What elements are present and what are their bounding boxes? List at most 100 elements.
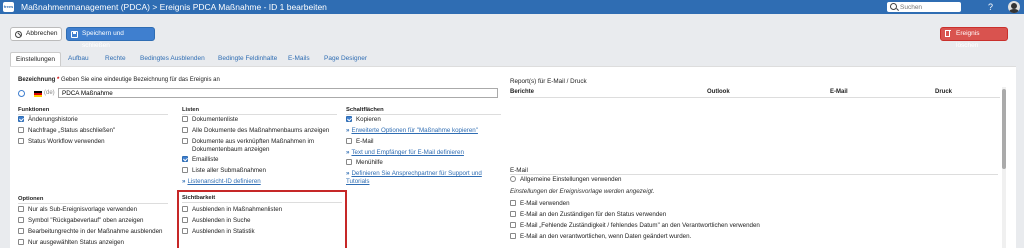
checkbox-ausblenden-statistik[interactable]: Ausblenden in Statistik [182, 228, 255, 236]
checkbox[interactable] [510, 233, 516, 239]
checkbox-label: Kopieren [356, 116, 381, 123]
checkbox-label: E-Mail „Fehlende Zuständigkeit / fehlend… [520, 222, 760, 229]
optionen-divider [18, 203, 168, 204]
email-divider [510, 174, 998, 175]
checkbox-kopieren[interactable]: Kopieren [346, 116, 381, 124]
cancel-button[interactable]: Abbrechen [10, 27, 62, 41]
bezeichnung-label-row: Bezeichnung * Geben Sie eine eindeutige … [18, 77, 220, 83]
link-listenansicht[interactable]: » Listenansicht-ID definieren [182, 178, 261, 186]
checkbox-email-fehlende-zustaendigkeit[interactable]: E-Mail „Fehlende Zuständigkeit / fehlend… [510, 222, 760, 230]
checkbox[interactable] [18, 138, 24, 144]
checkbox-bearbeitungsrechte[interactable]: Bearbeitungrechte in der Maßnahme ausble… [18, 228, 163, 236]
trash-icon [944, 29, 951, 37]
checkbox-label: Bearbeitungrechte in der Maßnahme ausble… [28, 228, 163, 235]
checkbox[interactable] [182, 167, 188, 173]
checkbox-rueckgabeverlauf[interactable]: Symbol "Rückgabeverlauf" oben anzeigen [18, 217, 144, 225]
checkbox-label-continued: Dokumentenbaum anzeigen [192, 146, 270, 153]
link-text[interactable]: Listenansicht-ID definieren [187, 178, 260, 185]
reports-scrollbar[interactable] [1002, 87, 1006, 248]
checkbox-checked[interactable] [346, 116, 352, 122]
link-text[interactable]: Tutorials [346, 178, 370, 185]
checkbox-checked[interactable] [182, 156, 188, 162]
globe-icon[interactable] [18, 90, 25, 97]
tab-aufbau[interactable]: Aufbau [68, 52, 89, 66]
schaltflaechen-divider [346, 114, 501, 115]
bezeichnung-hint: Geben Sie eine eindeutige Bezeichnung fü… [61, 77, 220, 83]
reports-title: Report(s) für E-Mail / Druck [510, 78, 587, 85]
tab-page-designer[interactable]: Page Designer [324, 52, 367, 66]
checkbox-nachfrage-status[interactable]: Nachfrage „Status abschließen" [18, 127, 115, 135]
reports-col-outlook: Outlook [707, 89, 730, 95]
tab-e-mails[interactable]: E-Mails [288, 52, 310, 66]
delete-event-button[interactable]: Ereignis löschen [940, 27, 1008, 49]
save-icon [71, 31, 78, 38]
checkbox[interactable] [510, 211, 516, 217]
checkbox-alle-dokumente[interactable]: Alle Dokumente des Maßnahmenbaums anzeig… [182, 127, 329, 135]
help-icon[interactable]: ? [988, 1, 993, 13]
link-support-continued[interactable]: Tutorials [346, 178, 370, 186]
checkbox[interactable] [182, 116, 188, 122]
settings-panel: Bezeichnung * Geben Sie eine eindeutige … [10, 66, 1016, 248]
checkbox-menuehilfe[interactable]: Menühilfe [346, 159, 383, 167]
checkbox[interactable] [182, 127, 188, 133]
checkbox-status-workflow[interactable]: Status Workflow verwenden [18, 138, 105, 146]
checkbox[interactable] [182, 217, 188, 223]
link-text[interactable]: Erweiterte Optionen für "Maßnahme kopier… [351, 127, 477, 134]
tab-einstellungen[interactable]: Einstellungen [10, 52, 62, 66]
checkbox-email-verwenden[interactable]: E-Mail verwenden [510, 200, 570, 208]
save-and-close-button[interactable]: Speichern und schließen [66, 27, 155, 49]
radio-button[interactable] [510, 176, 516, 182]
checkbox[interactable] [182, 228, 188, 234]
reports-col-berichte: Berichte [510, 89, 535, 95]
checkbox[interactable] [18, 217, 24, 223]
reports-scroll-thumb[interactable] [1002, 89, 1006, 169]
checkbox-label: Nachfrage „Status abschließen" [28, 127, 116, 134]
bezeichnung-input[interactable] [58, 88, 498, 98]
checkbox-label: Ausblenden in Maßnahmenlisten [192, 206, 283, 213]
checkbox-ausblenden-massnahmenlisten[interactable]: Ausblenden in Maßnahmenlisten [182, 206, 282, 214]
avatar[interactable] [1008, 1, 1020, 13]
schaltflaechen-title: Schaltflächen [346, 107, 384, 113]
search-icon [890, 3, 897, 10]
checkbox[interactable] [18, 239, 24, 245]
double-chevron-icon: » [346, 170, 350, 177]
checkbox[interactable] [182, 138, 188, 144]
checkbox-checked[interactable] [18, 116, 24, 122]
checkbox-label: Nur ausgewählten Status anzeigen [28, 239, 124, 246]
checkbox[interactable] [18, 228, 24, 234]
checkbox-label: E-Mail an den Zuständigen für den Status… [520, 211, 667, 218]
link-kopieren-optionen[interactable]: » Erweiterte Optionen für "Maßnahme kopie… [346, 127, 478, 135]
link-support[interactable]: » Definieren Sie Ansprechpartner für Supp… [346, 170, 482, 178]
checkbox-email-daten-geaendert[interactable]: E-Mail an den verantwortlichen, wenn Dat… [510, 233, 691, 241]
checkbox-email-zustaendiger[interactable]: E-Mail an den Zuständigen für den Status… [510, 211, 666, 219]
radio-label: Allgemeine Einstellungen verwenden [520, 176, 622, 183]
checkbox-submassnahmen[interactable]: Liste aller Submaßnahmen [182, 167, 266, 175]
checkbox-aenderungshistorie[interactable]: Änderungshistorie [18, 116, 78, 124]
tab-bedingtes-ausblenden[interactable]: Bedingtes Ausblenden [140, 52, 205, 66]
checkbox-ausblenden-suche[interactable]: Ausblenden in Suche [182, 217, 250, 225]
checkbox-dokumentenliste[interactable]: Dokumentenliste [182, 116, 238, 124]
link-text[interactable]: Definieren Sie Ansprechpartner für Suppo… [351, 170, 481, 177]
tab-rechte[interactable]: Rechte [105, 52, 126, 66]
tab-bedingte-feldinhalte[interactable]: Bedingte Feldinhalte [218, 52, 277, 66]
checkbox[interactable] [182, 206, 188, 212]
checkbox-sub-ereignisvorlage[interactable]: Nur als Sub-Ereignisvorlage verwenden [18, 206, 137, 214]
checkbox-status-anzeigen[interactable]: Nur ausgewählten Status anzeigen [18, 239, 124, 247]
checkbox[interactable] [18, 206, 24, 212]
app-logo[interactable]: frees [3, 2, 14, 12]
checkbox[interactable] [346, 138, 352, 144]
radio-allgemeine-einstellungen[interactable]: Allgemeine Einstellungen verwenden [510, 176, 621, 184]
checkbox[interactable] [18, 127, 24, 133]
link-text[interactable]: Text und Empfänger für E-Mail definieren [351, 149, 463, 156]
checkbox[interactable] [510, 222, 516, 228]
checkbox-dokumente-verknuepft[interactable]: Dokumente aus verknüpften Maßnahmen im [182, 138, 314, 146]
checkbox[interactable] [510, 200, 516, 206]
link-email-definieren[interactable]: » Text und Empfänger für E-Mail definiere… [346, 149, 464, 157]
checkbox-label: Nur als Sub-Ereignisvorlage verwenden [28, 206, 138, 213]
search-input[interactable] [900, 3, 958, 11]
checkbox-emailliste[interactable]: Emailliste [182, 156, 218, 164]
checkbox-label: Dokumentenliste [192, 116, 239, 123]
checkbox[interactable] [346, 159, 352, 165]
checkbox-email[interactable]: E-Mail [346, 138, 374, 146]
search-box[interactable] [887, 2, 961, 12]
